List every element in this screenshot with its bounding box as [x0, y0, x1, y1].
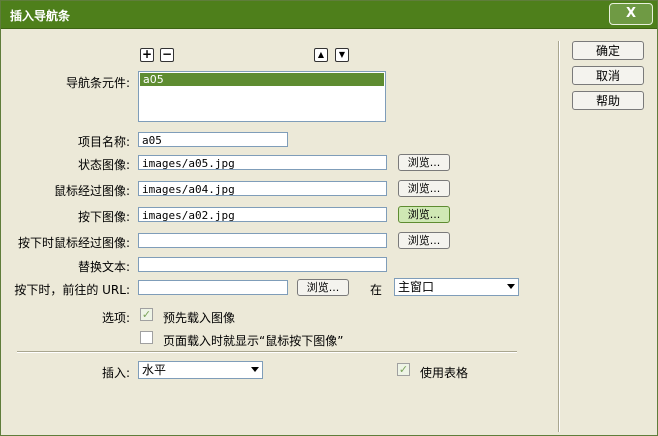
move-down-button[interactable]: ▼ [335, 48, 349, 62]
close-button[interactable]: X [609, 3, 653, 25]
minus-icon: − [161, 47, 173, 61]
arrow-up-icon: ▲ [317, 50, 325, 59]
insert-orientation-value: 水平 [142, 363, 167, 377]
rollover-image-browse-button[interactable]: 浏览... [398, 180, 450, 197]
alt-text-input[interactable] [138, 257, 387, 272]
item-name-input[interactable]: a05 [138, 132, 288, 147]
rollover-image-label: 鼠标经过图像: [53, 184, 130, 198]
target-window-select[interactable]: 主窗口 [394, 278, 519, 296]
checkmark-icon: ✓ [141, 308, 152, 321]
nav-elements-list[interactable]: a05 [138, 71, 386, 122]
arrow-down-icon: ▼ [338, 50, 346, 59]
preload-checkbox[interactable]: ✓ [140, 308, 153, 321]
use-tables-checkbox[interactable]: ✓ [397, 363, 410, 376]
insert-navbar-dialog: 插入导航条 X + − ▲ ▼ 导航条元件: a05 项目名称: a05 状态图… [0, 0, 658, 436]
insert-label: 插入: [101, 366, 130, 380]
when-clicked-label: 按下时，前往的 URL: [14, 283, 130, 297]
state-image-input[interactable]: images/a05.jpg [138, 155, 387, 170]
show-down-image-checkbox[interactable] [140, 331, 153, 344]
item-name-label: 项目名称: [77, 135, 130, 149]
url-browse-button[interactable]: 浏览... [297, 279, 349, 296]
vertical-divider [558, 41, 560, 432]
cancel-button[interactable]: 取消 [572, 66, 644, 85]
down-image-browse-button[interactable]: 浏览... [398, 206, 450, 223]
rollover-image-input[interactable]: images/a04.jpg [138, 181, 387, 196]
state-image-browse-button[interactable]: 浏览... [398, 154, 450, 171]
target-window-value: 主窗口 [398, 280, 435, 294]
over-while-down-browse-button[interactable]: 浏览... [398, 232, 450, 249]
insert-orientation-select[interactable]: 水平 [138, 361, 263, 379]
title-bar: 插入导航条 X [1, 1, 657, 29]
down-image-input[interactable]: images/a02.jpg [138, 207, 387, 222]
url-input[interactable] [138, 280, 288, 295]
help-button[interactable]: 帮助 [572, 91, 644, 110]
move-up-button[interactable]: ▲ [314, 48, 328, 62]
use-tables-label: 使用表格 [420, 366, 469, 380]
horizontal-divider [17, 351, 517, 353]
checkmark-icon: ✓ [398, 363, 409, 376]
show-down-image-label: 页面载入时就显示“鼠标按下图像” [163, 334, 344, 348]
close-icon: X [625, 6, 637, 21]
alt-text-label: 替换文本: [77, 260, 130, 274]
plus-icon: + [141, 47, 153, 61]
state-image-label: 状态图像: [77, 158, 130, 172]
add-item-button[interactable]: + [140, 48, 154, 62]
list-item[interactable]: a05 [140, 73, 384, 86]
dialog-body: + − ▲ ▼ 导航条元件: a05 项目名称: a05 状态图像: image… [1, 29, 657, 435]
chevron-down-icon [251, 367, 259, 372]
down-image-label: 按下图像: [77, 210, 130, 224]
dialog-title: 插入导航条 [10, 9, 71, 23]
over-while-down-input[interactable] [138, 233, 387, 248]
nav-elements-label: 导航条元件: [65, 76, 130, 90]
options-label: 选项: [101, 311, 130, 325]
ok-button[interactable]: 确定 [572, 41, 644, 60]
remove-item-button[interactable]: − [160, 48, 174, 62]
in-label: 在 [370, 283, 383, 297]
over-while-down-label: 按下时鼠标经过图像: [17, 236, 130, 250]
chevron-down-icon [507, 284, 515, 289]
preload-label: 预先载入图像 [163, 311, 236, 325]
